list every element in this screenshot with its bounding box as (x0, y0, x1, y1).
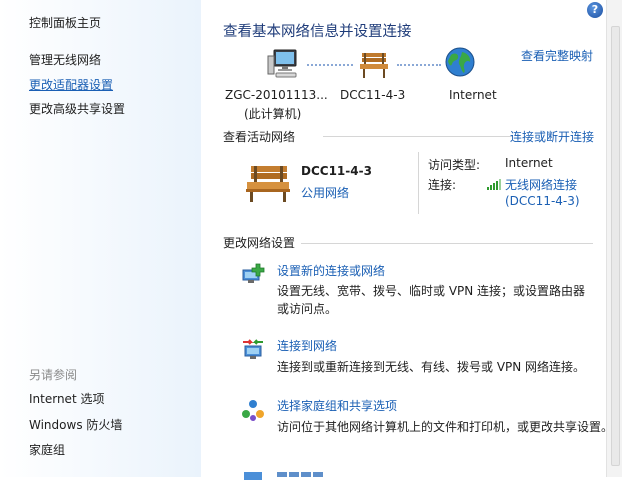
connect-disconnect-link[interactable]: 连接或断开连接 (510, 128, 594, 145)
homegroup-sharing-desc: 访问位于其他网络计算机上的文件和打印机，或更改共享设置。 (277, 420, 614, 434)
bench-network-icon[interactable] (357, 47, 391, 81)
change-adapter-settings-link[interactable]: 更改适配器设置 (29, 76, 113, 93)
see-also-header: 另请参阅 (29, 368, 78, 382)
computer-name: ZGC-20101113... (225, 88, 328, 102)
active-networks-header: 查看活动网络 (223, 130, 296, 144)
page-title: 查看基本网络信息并设置连接 (223, 24, 412, 40)
access-type-label: 访问类型: (428, 158, 481, 172)
section-divider (301, 243, 593, 244)
active-network-name: DCC11-4-3 (301, 164, 372, 178)
connect-to-network-desc: 连接到或重新连接到无线、有线、拨号或 VPN 网络连接。 (277, 360, 586, 374)
section-divider (323, 136, 513, 137)
signal-strength-icon (487, 178, 501, 190)
map-connector-line (307, 64, 353, 66)
connect-to-network-link[interactable]: 连接到网络 (277, 337, 337, 354)
left-nav-pane: 控制面板主页 管理无线网络 更改适配器设置 更改高级共享设置 另请参阅 Inte… (0, 0, 201, 477)
cutoff-task-link[interactable] (277, 472, 325, 477)
internet-options-link[interactable]: Internet 选项 (29, 390, 104, 407)
vertical-scrollbar[interactable] (606, 0, 622, 477)
setup-new-connection-desc: 设置无线、宽带、拨号、临时或 VPN 连接；或设置路由器 (277, 284, 586, 298)
map-internet-label: Internet (449, 88, 497, 102)
help-icon[interactable]: ? (587, 2, 603, 18)
scrollbar-thumb[interactable] (611, 26, 620, 466)
vertical-divider (418, 152, 419, 214)
homegroup-icon (241, 398, 265, 422)
windows-firewall-link[interactable]: Windows 防火墙 (29, 416, 122, 433)
control-panel-home-link[interactable]: 控制面板主页 (29, 14, 101, 31)
map-network-name: DCC11-4-3 (340, 88, 406, 102)
change-settings-header: 更改网络设置 (223, 236, 296, 250)
wireless-connection-sub[interactable]: (DCC11-4-3) (505, 194, 580, 208)
homegroup-link[interactable]: 家庭组 (29, 441, 65, 458)
wireless-connection-link[interactable]: 无线网络连接 (505, 176, 577, 193)
access-type-value: Internet (505, 156, 553, 170)
bench-network-icon (241, 160, 295, 204)
map-connector-line (397, 64, 441, 66)
new-connection-icon (241, 262, 265, 286)
internet-globe-icon[interactable] (444, 46, 476, 78)
troubleshoot-icon (241, 470, 265, 480)
connect-to-network-icon (241, 337, 265, 361)
setup-new-connection-desc-2: 或访问点。 (277, 302, 338, 316)
computer-sub: (此计算机) (244, 107, 302, 121)
setup-new-connection-link[interactable]: 设置新的连接或网络 (277, 262, 385, 279)
connection-label: 连接: (428, 178, 457, 192)
manage-wireless-networks-link[interactable]: 管理无线网络 (29, 51, 101, 68)
see-full-map-link[interactable]: 查看完整映射 (521, 47, 593, 64)
network-type-link[interactable]: 公用网络 (301, 184, 349, 201)
computer-icon[interactable] (267, 47, 301, 81)
main-content: 查看基本网络信息并设置连接 查看完整映射 ZGC-20101113... (此计… (201, 0, 613, 480)
change-advanced-sharing-link[interactable]: 更改高级共享设置 (29, 100, 125, 117)
homegroup-sharing-link[interactable]: 选择家庭组和共享选项 (277, 397, 397, 414)
